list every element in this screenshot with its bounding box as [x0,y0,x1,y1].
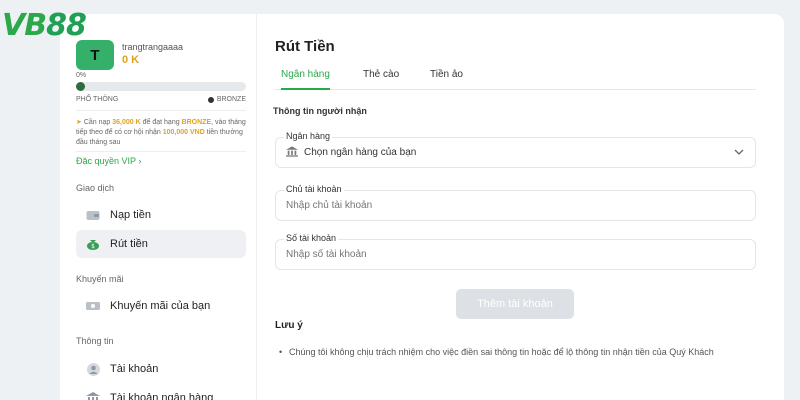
sidebar-item-label: Tài khoản ngân hàng [110,392,214,400]
method-tabs: Ngân hàng Thẻ cào Tiền ảo [275,68,756,90]
sidebar-item-label: Rút tiền [110,238,148,250]
rank-badge-icon [207,96,214,103]
bank-select-value: Chọn ngân hàng của bạn [304,147,417,158]
sidebar-item-promotions[interactable]: Khuyến mãi của bạn [76,292,246,320]
promo-rank: BRONZE [181,119,212,126]
wallet-icon [86,209,100,221]
promo-mid: để đạt hạng [142,119,180,126]
promo-prefix: Cần nạp [83,119,111,126]
add-account-button[interactable]: Thêm tài khoản [456,289,574,319]
money-bag-icon: $ [86,238,100,250]
sidebar-item-deposit[interactable]: Nạp tiền [76,201,246,229]
bank-select[interactable]: Chọn ngân hàng của bạn [275,137,756,168]
progress-indicator [76,82,85,91]
account-number-label: Số tài khoản [284,233,339,243]
arrow-icon: ➤ [76,119,82,126]
user-icon [86,362,100,376]
rank-promo-text: ➤ Cần nạp 36,000 K để đạt hạng BRONZE, v… [76,118,246,148]
bank-icon [286,145,298,160]
bank-label: Ngân hàng [284,131,333,141]
tab-crypto[interactable]: Tiền ảo [430,68,463,90]
vip-link[interactable]: Đặc quyền VIP › [76,156,141,166]
tab-bank[interactable]: Ngân hàng [281,68,330,90]
account-holder-label: Chủ tài khoản [284,184,344,194]
sidebar-item-withdraw[interactable]: $ Rút tiền [76,230,246,258]
next-rank-label: BRONZE [216,96,246,103]
avatar: T [76,40,114,70]
username: trangtrangaaaa [122,42,184,52]
promo-bonus: 100,000 VND [162,129,205,136]
recipient-section-title: Thông tin người nhận [273,106,367,116]
sidebar: T trangtrangaaaa 0 K 0% PHỔ THÔNG BRONZE… [60,14,260,400]
rank-progress-bar [76,82,246,91]
logo-v: V [2,8,25,43]
note-text: Chúng tôi không chịu trách nhiệm cho việ… [279,346,764,359]
sidebar-item-label: Khuyến mãi của bạn [110,300,211,312]
current-rank: PHỔ THÔNG [76,96,119,103]
balance: 0 K [122,54,140,66]
tab-card[interactable]: Thẻ cào [363,68,399,90]
brand-logo[interactable]: VB88 [2,8,87,43]
progress-percent: 0% [76,72,87,79]
promo-amount: 36,000 K [112,119,141,126]
account-number-input[interactable] [275,239,756,270]
logo-b: B [24,8,47,43]
section-promotions: Khuyến mãi [76,274,124,284]
sidebar-item-label: Nạp tiền [110,209,151,221]
withdraw-panel: Rút Tiền Ngân hàng Thẻ cào Tiền ảo Thông… [256,14,784,400]
section-info: Thông tin [76,336,114,346]
sidebar-item-account[interactable]: Tài khoản [76,355,246,383]
divider [76,151,246,152]
divider [76,110,246,111]
sidebar-item-label: Tài khoản [110,363,159,375]
note-title: Lưu ý [275,320,303,331]
svg-text:$: $ [91,243,95,250]
chevron-down-icon [733,146,745,161]
section-transactions: Giao dịch [76,183,115,193]
ticket-icon [86,300,100,312]
sidebar-item-bank-account[interactable]: Tài khoản ngân hàng [76,384,246,400]
vip-link-label: Đặc quyền VIP [76,156,136,166]
bank-icon [86,392,100,400]
logo-88: 88 [46,8,87,43]
page-title: Rút Tiền [275,38,335,55]
chevron-right-icon: › [138,156,142,166]
next-rank: BRONZE [207,96,246,103]
account-holder-input[interactable] [275,190,756,221]
